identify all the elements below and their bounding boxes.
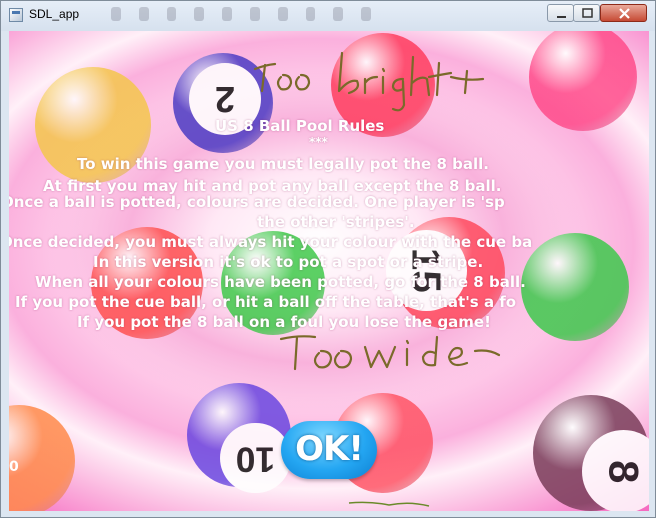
- title-bar[interactable]: SDL_app: [1, 1, 655, 31]
- ghost-icon: [222, 7, 232, 21]
- taskbar-ghost-icons: [111, 7, 371, 23]
- ghost-icon: [194, 7, 205, 21]
- rule-line-7: When all your colours have been potted, …: [35, 273, 526, 291]
- rule-line-9: If you pot the 8 ball on a foul you lose…: [77, 313, 491, 331]
- rules-heading: US 8 Ball Pool Rules: [215, 117, 385, 135]
- ghost-icon: [333, 7, 344, 21]
- ok-button-label: OK!: [295, 429, 364, 469]
- app-icon: [9, 8, 23, 22]
- ghost-icon: [361, 7, 371, 21]
- minimize-icon: [557, 16, 566, 18]
- minimize-button[interactable]: [547, 4, 574, 22]
- rules-stars: ***: [309, 135, 328, 149]
- rule-line-4: the other 'stripes'.: [257, 213, 415, 231]
- rule-line-5: Once decided, you must always hit your c…: [9, 233, 533, 251]
- ghost-icon: [111, 7, 121, 21]
- ok-button[interactable]: OK!: [281, 421, 377, 479]
- ghost-icon: [277, 7, 288, 21]
- rule-line-3: Once a ball is potted, colours are decid…: [9, 193, 505, 211]
- edge-score: 0: [9, 459, 19, 475]
- app-window: SDL_app 2 15 10 8 US 8 Ball Pool Rules ***: [0, 0, 656, 518]
- rule-line-6: In this version it's ok to pot a spot or…: [93, 253, 484, 271]
- game-canvas[interactable]: 2 15 10 8 US 8 Ball Pool Rules *** To win t…: [9, 31, 649, 511]
- maximize-icon: [582, 8, 593, 18]
- rule-line-8: If you pot the cue ball, or hit a ball o…: [15, 293, 517, 311]
- rule-line-1: To win this game you must legally pot th…: [77, 155, 489, 173]
- maximize-button[interactable]: [573, 4, 600, 22]
- window-title: SDL_app: [29, 7, 80, 21]
- close-button[interactable]: [600, 4, 647, 22]
- ghost-icon: [305, 7, 316, 21]
- ghost-icon: [166, 7, 177, 21]
- ghost-icon: [138, 7, 149, 21]
- close-icon: [619, 8, 630, 19]
- ghost-icon: [249, 7, 260, 21]
